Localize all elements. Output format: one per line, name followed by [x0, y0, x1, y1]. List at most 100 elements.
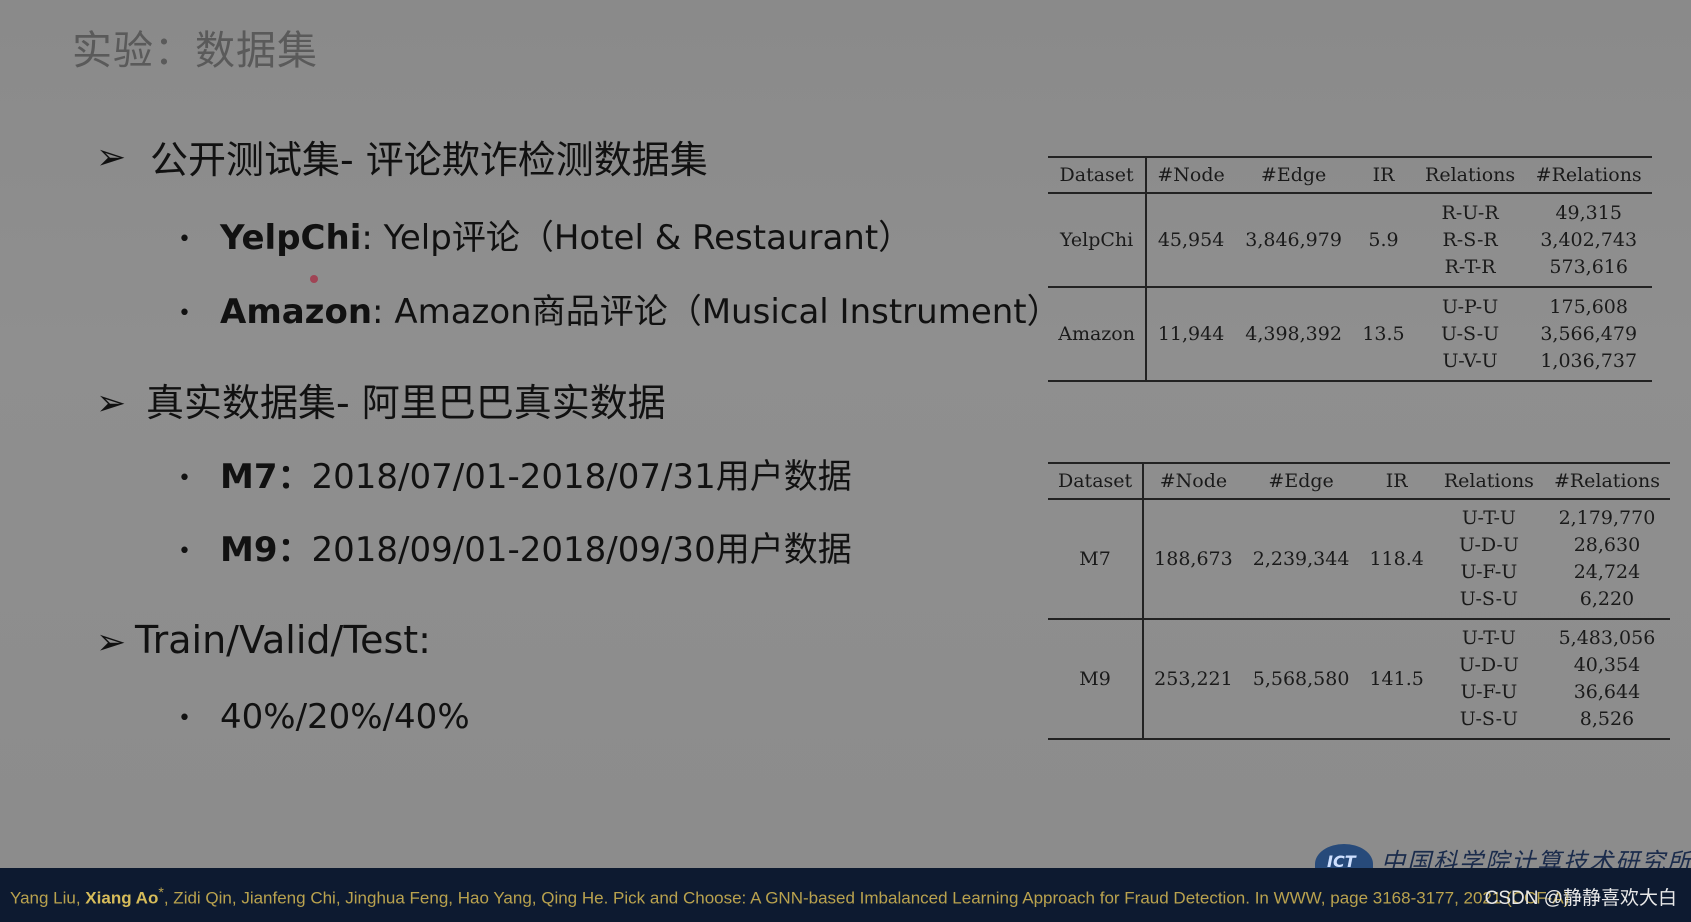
cell-relation-counts: 175,608 3,566,479 1,036,737 — [1525, 287, 1652, 382]
item-text: 40%/20%/40% — [220, 697, 470, 737]
item-separator: : — [372, 292, 395, 332]
cell-ir: 118.4 — [1359, 499, 1434, 620]
table-row: Amazon 11,944 4,398,392 13.5 U-P-U U-S-U… — [1048, 287, 1652, 382]
cell-edge: 4,398,392 — [1234, 287, 1353, 382]
item-text: 2018/07/01-2018/07/31用户数据 — [311, 457, 852, 497]
relation-count: 49,315 — [1555, 201, 1622, 224]
relation-count: 3,566,479 — [1540, 322, 1638, 345]
cell-relation-counts: 49,315 3,402,743 573,616 — [1525, 193, 1652, 288]
arrow-bullet-icon: ➢ — [96, 622, 127, 663]
table-row: M7 188,673 2,239,344 118.4 U-T-U U-D-U U… — [1048, 499, 1670, 620]
citation-footer: Yang Liu, Xiang Ao*, Zidi Qin, Jianfeng … — [0, 868, 1691, 922]
table-row: YelpChi 45,954 3,846,979 5.9 R-U-R R-S-R… — [1048, 193, 1652, 288]
relation-name: U-S-U — [1440, 322, 1500, 345]
col-header: #Edge — [1234, 156, 1353, 194]
item-label: M7 — [220, 457, 278, 497]
item-text: 2018/09/01-2018/09/30用户数据 — [311, 530, 852, 570]
cell-relations: U-P-U U-S-U U-V-U — [1414, 287, 1526, 382]
cell-edge: 2,239,344 — [1242, 499, 1360, 620]
table-header-row: Dataset #Node #Edge IR Relations #Relati… — [1048, 462, 1670, 500]
arrow-bullet-icon: ➢ — [96, 137, 127, 178]
list-item: M7：2018/07/01-2018/07/31用户数据 — [220, 457, 852, 498]
section-heading: Train/Valid/Test: — [135, 618, 431, 662]
table-header-row: Dataset #Node #Edge IR Relations #Relati… — [1048, 156, 1652, 194]
list-item: M9：2018/09/01-2018/09/30用户数据 — [220, 530, 852, 571]
institute-logo: ICT 中国科学院计算技术研究所 — [1315, 838, 1691, 884]
col-header: #Relations — [1543, 462, 1670, 500]
bullet-dot-icon: • — [178, 466, 191, 491]
item-separator: : — [361, 218, 384, 258]
slide-title: 实验：数据集 — [72, 28, 318, 74]
col-header: IR — [1352, 156, 1415, 194]
bullet-dot-icon: • — [178, 539, 191, 564]
relation-name: U-D-U — [1458, 654, 1519, 676]
cell-relations: U-T-U U-D-U U-F-U U-S-U — [1433, 619, 1544, 740]
item-separator: ： — [277, 530, 312, 570]
col-header: Relations — [1414, 156, 1526, 194]
col-header: IR — [1359, 462, 1434, 500]
relation-count: 8,526 — [1579, 708, 1635, 730]
citation-text: Yang Liu, Xiang Ao*, Zidi Qin, Jianfeng … — [10, 885, 1569, 909]
bullet-dot-icon: • — [178, 706, 191, 731]
relation-count: 2,179,770 — [1558, 507, 1656, 529]
list-item: YelpChi: Yelp评论（Hotel & Restaurant） — [220, 218, 912, 259]
dataset-table-public: Dataset #Node #Edge IR Relations #Relati… — [1048, 156, 1652, 382]
relation-count: 24,724 — [1573, 561, 1641, 583]
cell-node: 188,673 — [1143, 499, 1243, 620]
arrow-bullet-icon: ➢ — [96, 383, 127, 424]
pointer-dot — [310, 275, 318, 283]
col-header: #Node — [1146, 156, 1235, 194]
col-header: #Node — [1143, 462, 1243, 500]
slide: 实验：数据集 ➢ 公开测试集- 评论欺诈检测数据集 • YelpChi: Yel… — [0, 0, 1691, 884]
section-heading: 公开测试集- 评论欺诈检测数据集 — [150, 138, 708, 182]
relation-count: 175,608 — [1549, 295, 1628, 318]
relation-count: 5,483,056 — [1558, 627, 1656, 649]
cell-dataset: M7 — [1048, 499, 1145, 620]
cell-relation-counts: 2,179,770 28,630 24,724 6,220 — [1543, 499, 1670, 620]
bullet-dot-icon: • — [178, 227, 191, 252]
table-row: M9 253,221 5,568,580 141.5 U-T-U U-D-U U… — [1048, 619, 1670, 740]
relation-name: U-T-U — [1461, 627, 1516, 649]
relation-count: 28,630 — [1573, 534, 1641, 556]
item-separator: ： — [277, 457, 312, 497]
relation-count: 3,402,743 — [1540, 228, 1638, 251]
relation-name: R-T-R — [1444, 255, 1496, 278]
relation-name: U-S-U — [1459, 588, 1519, 610]
section-heading: 真实数据集- 阿里巴巴真实数据 — [146, 381, 666, 425]
cell-node: 11,944 — [1146, 287, 1235, 382]
cell-edge: 3,846,979 — [1234, 193, 1353, 288]
item-label: YelpChi — [220, 218, 362, 258]
relation-count: 36,644 — [1573, 681, 1641, 703]
cell-ir: 5.9 — [1352, 193, 1415, 288]
cell-relations: R-U-R R-S-R R-T-R — [1414, 193, 1526, 288]
cell-ir: 13.5 — [1352, 287, 1415, 382]
relation-name: U-P-U — [1441, 295, 1499, 318]
cell-relation-counts: 5,483,056 40,354 36,644 8,526 — [1543, 619, 1670, 740]
relation-name: U-F-U — [1460, 561, 1518, 583]
relation-count: 1,036,737 — [1540, 349, 1638, 372]
item-label: M9 — [220, 530, 278, 570]
citation-authors: Yang Liu, — [10, 888, 86, 908]
relation-name: U-V-U — [1442, 349, 1498, 372]
cell-dataset: M9 — [1048, 619, 1145, 740]
col-header: #Relations — [1525, 156, 1652, 194]
list-item: Amazon: Amazon商品评论（Musical Instrument） — [220, 292, 1061, 333]
col-header: Relations — [1433, 462, 1544, 500]
watermark: CSDN @静静喜欢大白 — [1484, 888, 1677, 909]
relation-count: 573,616 — [1549, 255, 1628, 278]
relation-name: U-T-U — [1461, 507, 1516, 529]
relation-name: U-S-U — [1459, 708, 1519, 730]
item-label: Amazon — [220, 292, 373, 332]
citation-highlight-author: Xiang Ao — [85, 888, 159, 908]
cell-relations: U-T-U U-D-U U-F-U U-S-U — [1433, 499, 1544, 620]
cell-node: 45,954 — [1146, 193, 1235, 288]
item-text: Yelp评论（Hotel & Restaurant） — [383, 218, 913, 258]
dataset-table-alibaba: Dataset #Node #Edge IR Relations #Relati… — [1048, 462, 1670, 740]
relation-count: 6,220 — [1579, 588, 1635, 610]
item-text: Amazon商品评论（Musical Instrument） — [394, 292, 1061, 332]
relation-name: R-U-R — [1441, 201, 1499, 224]
relation-name: R-S-R — [1442, 228, 1498, 251]
cell-ir: 141.5 — [1359, 619, 1434, 740]
bullet-dot-icon: • — [178, 301, 191, 326]
relation-count: 40,354 — [1573, 654, 1641, 676]
